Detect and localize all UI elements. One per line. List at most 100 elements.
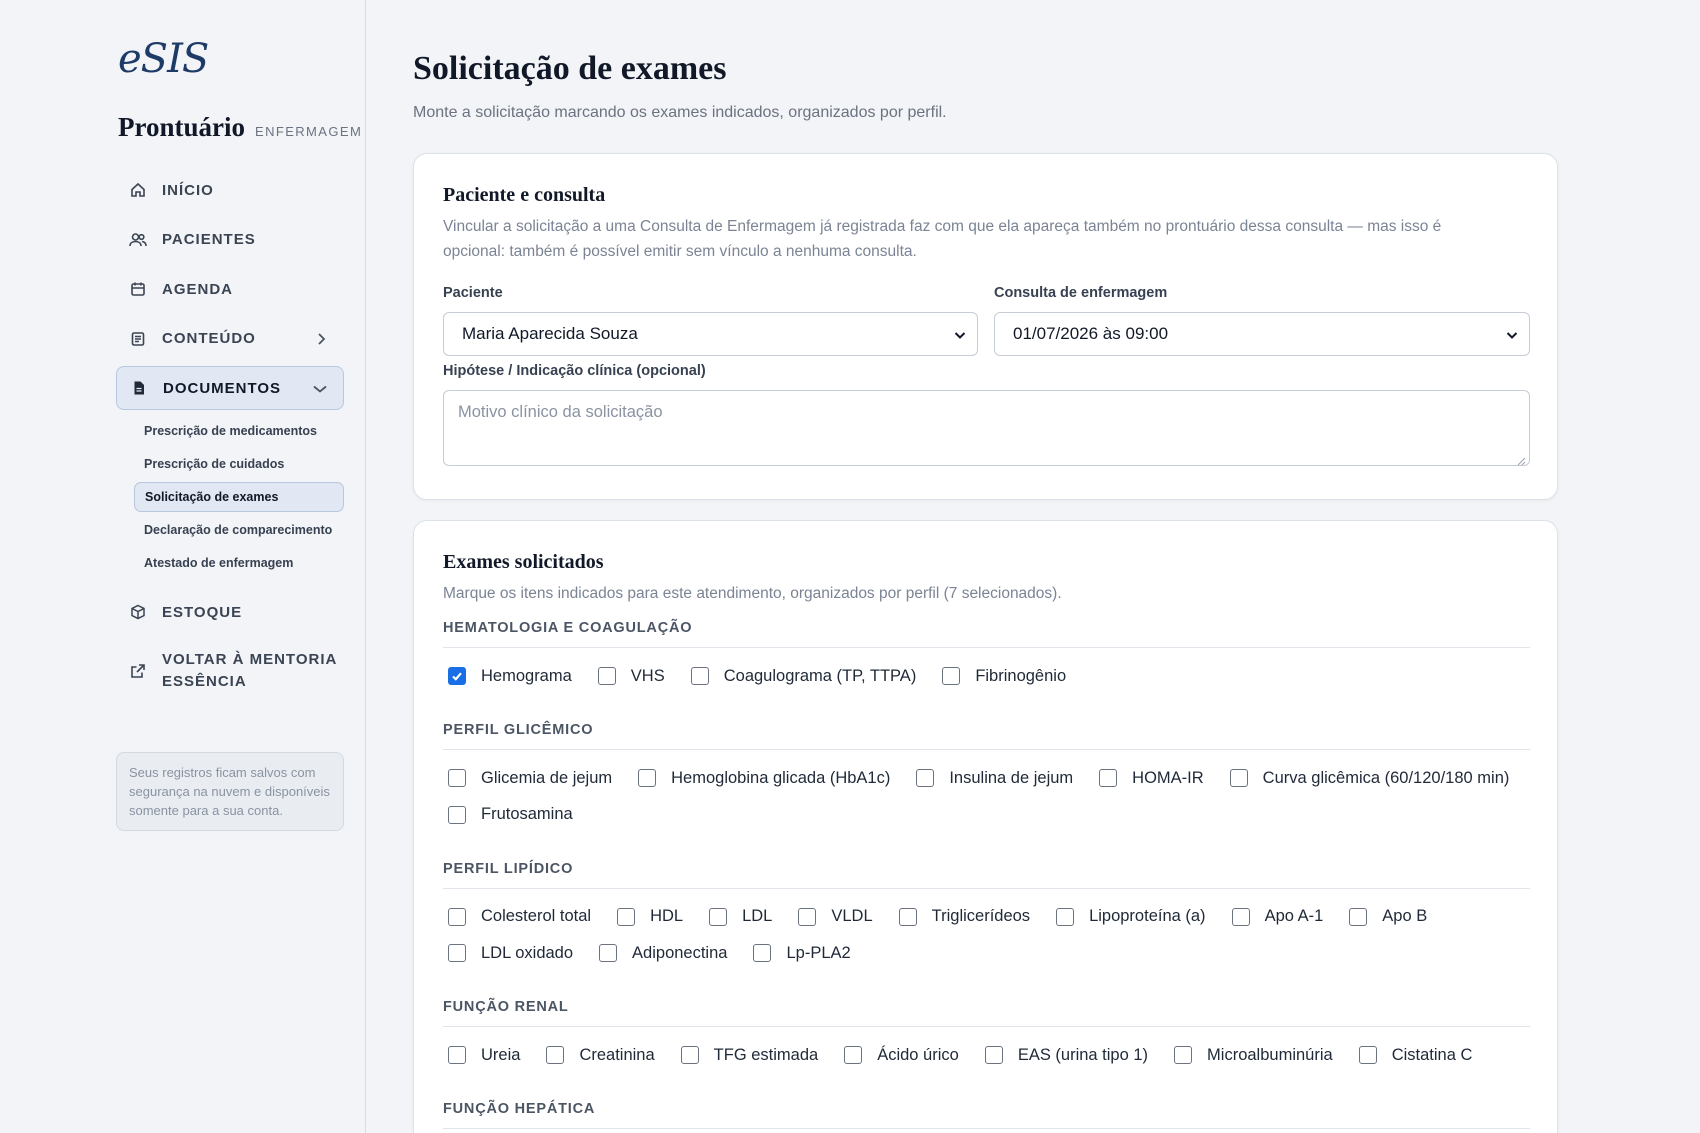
exam-option-label: Fibrinogênio [975,666,1067,685]
exam-option[interactable]: Creatinina [546,1045,655,1065]
app-logo[interactable]: eSIS [118,36,209,82]
checkbox[interactable] [597,667,616,685]
sidebar-item-conteudo[interactable]: CONTEÚDO [116,317,344,361]
sidebar-item-label: CONTEÚDO [162,330,256,347]
sidebar-item-agenda[interactable]: AGENDA [116,267,344,311]
checkbox[interactable] [1174,1046,1193,1064]
exam-option[interactable]: VLDL [798,907,873,926]
exam-option-label: LDL [742,907,773,925]
exam-option[interactable]: Curva glicêmica (60/120/180 min) [1229,769,1509,788]
exam-option[interactable]: Apo B [1349,907,1427,926]
checkbox[interactable] [1099,769,1118,787]
exam-option[interactable]: Cistatina C [1358,1046,1472,1065]
exam-option[interactable]: HDL [617,907,683,926]
exam-option[interactable]: Triglicerídeos [898,907,1030,926]
home-icon [128,180,148,200]
checkbox[interactable] [599,944,618,962]
checkbox[interactable] [690,667,709,685]
checkbox[interactable] [753,944,772,962]
checkbox[interactable] [898,907,917,926]
exam-option[interactable]: Coagulograma (TP, TTPA) [690,667,916,686]
exam-option[interactable]: Hemoglobina glicada (HbA1c) [638,769,890,788]
subnav-atestado-enfermagem[interactable]: Atestado de enfermagem [134,548,344,578]
consult-label: Consulta de enfermagem [994,285,1168,301]
exam-option-label: Hemoglobina glicada (HbA1c) [671,768,891,787]
checkbox[interactable] [1229,769,1248,787]
checkbox[interactable] [798,907,817,926]
exam-option[interactable]: Apo A-1 [1231,907,1323,926]
exam-option[interactable]: Adiponectina [599,944,727,963]
exams-card-description: Marque os itens indicados para este aten… [443,585,1062,602]
exam-option[interactable]: Lipoproteína (a) [1056,907,1206,926]
box-icon [128,602,148,622]
checkbox-checked[interactable] [448,667,466,685]
exam-option[interactable]: Insulina de jejum [916,769,1073,788]
checkbox[interactable] [1056,907,1075,926]
exam-option[interactable]: Colesterol total [448,907,591,926]
exam-option[interactable]: Microalbuminúria [1174,1046,1333,1065]
file-icon [129,378,149,398]
exams-card: Exames solicitados Marque os itens indic… [413,520,1558,1133]
exam-option[interactable]: VHS [597,667,665,686]
sidebar-item-inicio[interactable]: INÍCIO [116,168,344,212]
exam-option-label: Microalbuminúria [1207,1045,1333,1064]
checkbox[interactable] [1358,1046,1377,1064]
checkbox[interactable] [844,1046,863,1064]
checkbox[interactable] [1349,907,1368,926]
hypothesis-textarea[interactable]: Motivo clínico da solicitação [443,390,1530,466]
sidebar: eSIS Prontuário ENFERMAGEM INÍCIO PACIEN… [0,0,366,1133]
subnav-prescricao-cuidados[interactable]: Prescrição de cuidados [134,449,344,479]
checkbox[interactable] [1231,907,1250,926]
subnav-declaracao-comparecimento[interactable]: Declaração de comparecimento [134,515,344,545]
exam-option-label: Colesterol total [481,907,592,925]
patient-select[interactable]: Maria Aparecida Souza [443,312,978,356]
exam-option-label: LDL oxidado [481,943,574,962]
exam-option[interactable]: EAS (urina tipo 1) [984,1045,1149,1065]
subnav-prescricao-medicamentos[interactable]: Prescrição de medicamentos [134,416,344,446]
exam-option[interactable]: Ácido úrico [844,1046,959,1065]
calendar-icon [128,279,148,299]
exam-option[interactable]: Fibrinogênio [942,667,1066,686]
exam-option[interactable]: LDL [709,907,772,926]
checkbox[interactable] [680,1046,699,1064]
exam-option-label: Creatinina [579,1045,655,1064]
patient-card: Paciente e consulta Vincular a solicitaç… [413,153,1558,500]
checkbox[interactable] [916,769,935,787]
exam-option[interactable]: Ureia [448,1046,520,1065]
exam-option-label: Lp-PLA2 [786,943,851,962]
sidebar-item-documentos[interactable]: DOCUMENTOS [116,366,344,410]
checkbox[interactable] [942,667,961,685]
external-link-icon [128,661,148,681]
patient-select-value: Maria Aparecida Souza [462,324,638,343]
users-icon [128,230,148,250]
checkbox[interactable] [448,1046,466,1064]
resize-grip-icon[interactable] [1516,452,1526,466]
checkbox[interactable] [617,907,636,926]
consult-select[interactable]: 01/07/2026 às 09:00 [994,312,1530,356]
exam-option[interactable]: Glicemia de jejum [448,769,612,788]
sidebar-item-pacientes[interactable]: PACIENTES [116,218,344,262]
exam-option-label: Glicemia de jejum [481,768,613,787]
checkbox[interactable] [638,769,657,787]
subnav-solicitacao-exames[interactable]: Solicitação de exames [134,482,344,512]
checkbox[interactable] [448,907,466,926]
exam-option[interactable]: TFG estimada [680,1046,818,1065]
sidebar-item-estoque[interactable]: ESTOQUE [116,590,344,634]
checkbox[interactable] [984,1046,1003,1064]
checkbox[interactable] [448,805,466,824]
checkbox[interactable] [546,1046,565,1064]
exam-option[interactable]: Lp-PLA2 [753,943,851,963]
patient-card-title: Paciente e consulta [443,184,606,206]
exam-option-label: Apo B [1382,907,1428,925]
patient-label: Paciente [443,285,503,301]
sidebar-item-voltar-mentoria[interactable]: VOLTAR À MENTORIA ESSÊNCIA [116,640,344,702]
exam-option-label: Lipoproteína (a) [1089,907,1206,925]
exam-option[interactable]: LDL oxidado [448,944,573,963]
exam-option[interactable]: Frutosamina [448,805,573,824]
exam-option-label: EAS (urina tipo 1) [1017,1045,1149,1064]
exam-option[interactable]: HOMA-IR [1099,769,1204,788]
checkbox[interactable] [448,769,466,787]
exam-option[interactable]: Hemograma [448,667,572,686]
checkbox[interactable] [448,944,466,962]
checkbox[interactable] [709,907,728,926]
